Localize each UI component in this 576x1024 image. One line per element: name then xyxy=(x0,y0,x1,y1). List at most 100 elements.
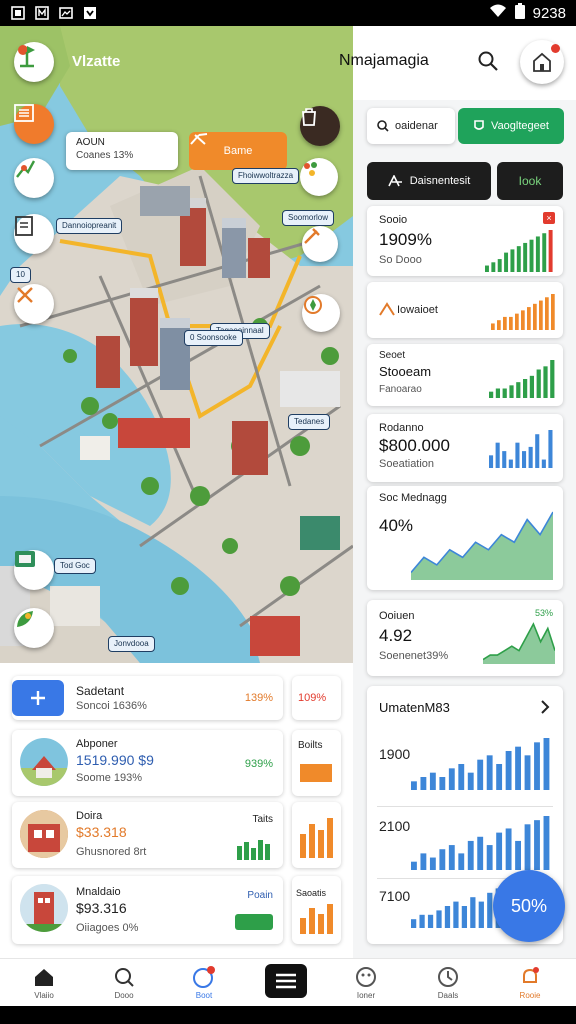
map-tag[interactable]: Tedanes xyxy=(288,414,331,430)
chart-bar xyxy=(524,755,531,790)
chart-bar xyxy=(543,366,548,398)
map-tag[interactable]: 0 Soonsooke xyxy=(184,330,243,346)
chart-bar xyxy=(486,755,493,790)
chart-bar xyxy=(478,901,484,928)
map-logo-button[interactable] xyxy=(14,42,54,82)
build-icon xyxy=(304,228,320,244)
map-tag[interactable]: Jonvdooa xyxy=(108,636,155,652)
nav-ioner[interactable]: Ioner xyxy=(336,963,396,1000)
search-small-icon xyxy=(377,120,389,132)
chart-bar xyxy=(491,323,495,330)
map-info-card[interactable]: AOUN Coanes 13% xyxy=(66,132,178,170)
map-tag[interactable]: Tod Goc xyxy=(54,558,96,574)
map-clipboard-button[interactable] xyxy=(14,214,54,254)
bag-icon xyxy=(302,108,316,126)
chart-bar xyxy=(458,764,465,790)
list-title: Doira xyxy=(76,810,103,822)
nav-rooie[interactable]: Rooie xyxy=(500,963,560,1000)
photo-icon xyxy=(10,5,26,21)
stat-card[interactable]: Iowaioet xyxy=(367,282,563,338)
map-cart-button[interactable] xyxy=(300,106,340,146)
nav-label: Rooie xyxy=(519,991,541,1000)
nav-home[interactable]: Vlaiio xyxy=(14,963,74,1000)
map-tools-button[interactable] xyxy=(14,284,54,324)
map-tag[interactable]: Fhoiwwoltrazza xyxy=(232,168,300,184)
chart-bar xyxy=(543,738,550,790)
green-action-button[interactable]: Vaogltegeet xyxy=(458,108,564,144)
map-action-button[interactable]: Bame xyxy=(189,132,287,170)
list-side-card[interactable]: Saoatis xyxy=(292,876,341,944)
map-sticker-button[interactable] xyxy=(14,550,54,590)
list-item[interactable]: Sadetant Soncoi 1636% 139% xyxy=(12,676,283,720)
area-chart xyxy=(411,511,553,580)
chart-bar xyxy=(453,901,459,928)
nav-search[interactable]: Dooo xyxy=(94,963,154,1000)
list-title: Mnaldaio xyxy=(76,886,121,898)
list-mini-chart xyxy=(237,840,270,860)
battery-icon xyxy=(514,3,525,23)
status-time: 9238 xyxy=(532,4,566,22)
map-tag[interactable]: 10 xyxy=(10,267,31,283)
chart-bar xyxy=(444,906,451,928)
chart-bar xyxy=(470,897,476,928)
card-title: Sooio xyxy=(379,214,408,226)
chart-bar xyxy=(527,307,531,330)
list-sub: Oiiagoes 0% xyxy=(76,922,139,934)
dark-action-button[interactable]: Daisnentesit xyxy=(367,162,491,200)
list-side-card[interactable]: Boilts xyxy=(292,730,341,796)
leaf-icon xyxy=(17,611,33,627)
map-palette-button[interactable] xyxy=(300,158,338,196)
stat-card[interactable]: Rodanno $800.000 Soeatiation xyxy=(367,414,563,482)
chart-bar xyxy=(436,910,442,928)
image-icon xyxy=(58,5,74,21)
list-item[interactable]: Abponer 1519.990 $9 Soome 193% 939% xyxy=(12,730,283,796)
tower-photo-icon xyxy=(20,884,68,932)
card-value: 4.92 xyxy=(379,626,413,645)
header-logo-text: Vlzatte xyxy=(72,53,121,70)
card-title: Iowaioet xyxy=(397,304,438,316)
notification-dot xyxy=(551,44,560,53)
chart-bar xyxy=(523,242,528,272)
card-sub: Soeatiation xyxy=(379,458,435,470)
nav-daals[interactable]: Daals xyxy=(418,963,478,1000)
chart-bar xyxy=(545,297,549,330)
look-button[interactable]: Iook xyxy=(497,162,563,200)
map-leaf-button[interactable] xyxy=(14,608,54,648)
profile-button[interactable] xyxy=(520,40,564,84)
chart-bar xyxy=(534,742,540,790)
nav-boot[interactable]: Boot xyxy=(174,963,234,1000)
chart-bar xyxy=(541,459,546,468)
search-field[interactable]: oaidenar xyxy=(367,108,455,144)
close-icon[interactable]: × xyxy=(543,212,555,224)
nav-label: Daals xyxy=(437,991,459,1000)
city-map[interactable]: AOUN Coanes 13% Bame Vlzatte Dannoioprea… xyxy=(0,26,353,663)
map-list-button[interactable] xyxy=(14,104,54,144)
chart-bar xyxy=(505,751,512,790)
green-action-label: Vaogltegeet xyxy=(491,120,549,132)
stat-card[interactable]: Sooio 1909% So Dooo × xyxy=(367,206,563,276)
chart-bar xyxy=(487,892,493,928)
stat-card[interactable]: Seoet Stooeam Fanoarao xyxy=(367,344,563,406)
map-build-button[interactable] xyxy=(302,226,338,262)
chart-bar xyxy=(439,777,446,790)
map-compass-button[interactable] xyxy=(302,294,340,332)
map-route-button[interactable] xyxy=(14,158,54,198)
arrow-icon xyxy=(388,175,402,187)
map-tag[interactable]: Dannoiopreanit xyxy=(56,218,123,234)
card-sub: Soenenet39% xyxy=(379,650,449,662)
list-item[interactable]: Doira $33.318 Ghusnored 8rt Taits xyxy=(12,802,283,868)
shield-icon xyxy=(474,120,484,130)
list-side-card[interactable] xyxy=(292,802,341,868)
stat-card[interactable]: Ooiuen 4.92 Soenenet39% 53% xyxy=(367,600,563,676)
chevron-right-icon[interactable] xyxy=(539,700,551,714)
list-item[interactable]: Mnaldaio $93.316 Oiiagoes 0% Poain xyxy=(12,876,283,944)
nav-menu[interactable] xyxy=(256,963,316,999)
chart-bar xyxy=(419,914,425,928)
list-side-card[interactable]: 109% xyxy=(292,676,341,720)
search-button[interactable] xyxy=(477,50,499,72)
map-tag[interactable]: Soomorlow xyxy=(282,210,335,226)
notification-nav-icon xyxy=(193,966,215,988)
percent-fab[interactable]: 50% xyxy=(493,870,565,942)
card-title: Rodanno xyxy=(379,422,424,434)
chart-card[interactable]: Soc Mednagg 40% xyxy=(367,486,563,590)
